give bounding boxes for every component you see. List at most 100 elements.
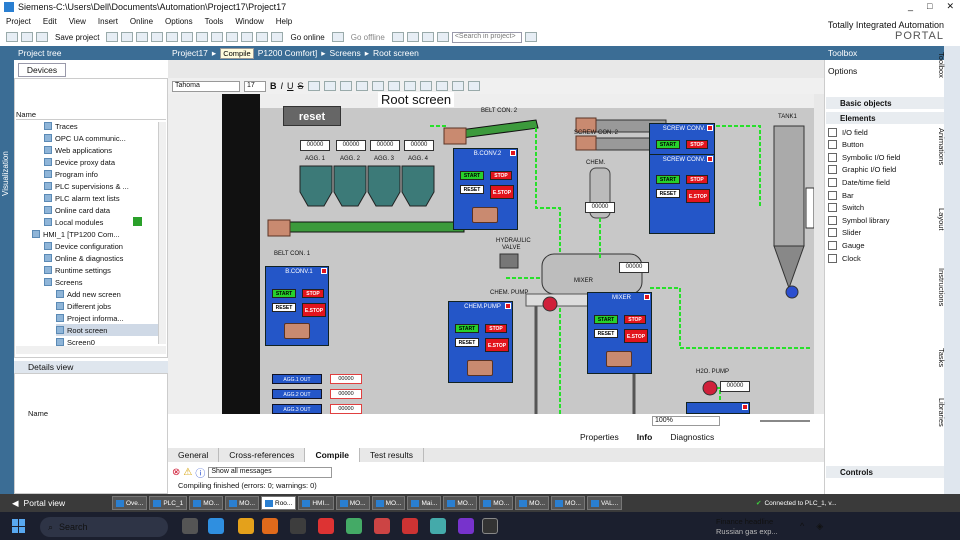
tree-item[interactable]: HMI_1 [TP1200 Com... bbox=[32, 228, 160, 240]
search-icon[interactable] bbox=[524, 32, 537, 42]
agg3-out-value[interactable]: 00000 bbox=[330, 404, 362, 414]
align-icon[interactable] bbox=[307, 81, 320, 91]
elements-section[interactable]: Elements bbox=[826, 112, 944, 124]
tree-item[interactable]: Add new screen bbox=[56, 288, 160, 300]
tree-hscrollbar[interactable] bbox=[16, 346, 166, 354]
stop-button[interactable]: STOP bbox=[485, 324, 507, 333]
error-filter-icon[interactable]: ⊗ bbox=[172, 467, 180, 478]
tree-item[interactable]: Runtime settings bbox=[44, 264, 160, 276]
tree-item[interactable]: Project informa... bbox=[56, 312, 160, 324]
chem-value[interactable]: 00000 bbox=[585, 202, 615, 213]
start-button[interactable]: START bbox=[656, 140, 680, 149]
libraries-side-tab[interactable]: Libraries bbox=[937, 396, 946, 427]
go-online-icon[interactable] bbox=[271, 32, 284, 42]
tia-portal-icon[interactable] bbox=[290, 518, 306, 534]
chevron-up-icon[interactable]: ^ bbox=[800, 521, 804, 532]
stop-button[interactable]: STOP bbox=[686, 140, 708, 149]
go-offline-button[interactable]: Go offline bbox=[351, 33, 385, 42]
file-explorer-icon[interactable] bbox=[238, 518, 254, 534]
estop-button[interactable]: E.STOP bbox=[686, 189, 710, 203]
toolbox-item[interactable]: Clock bbox=[828, 252, 861, 264]
upload-icon[interactable] bbox=[241, 32, 254, 42]
start-button[interactable]: START bbox=[455, 324, 479, 333]
compile-icon[interactable] bbox=[211, 32, 224, 42]
go-online-button[interactable]: Go online bbox=[290, 33, 324, 42]
tree-item[interactable]: Device configuration bbox=[44, 240, 160, 252]
tree-item[interactable]: Online card data bbox=[44, 204, 160, 216]
controls-section[interactable]: Controls bbox=[826, 466, 944, 478]
instructions-side-tab[interactable]: Instructions bbox=[937, 266, 946, 306]
reset-panel-button[interactable]: RESET bbox=[656, 189, 680, 198]
start-button[interactable]: START bbox=[656, 175, 680, 184]
italic-icon[interactable]: I bbox=[281, 81, 284, 91]
toolbox-item[interactable]: Button bbox=[828, 139, 864, 151]
stop-cpu-icon[interactable] bbox=[406, 32, 419, 42]
tasks-side-tab[interactable]: Tasks bbox=[937, 346, 946, 367]
animations-side-tab[interactable]: Animations bbox=[937, 126, 946, 165]
tree-item[interactable]: Online & diagnostics bbox=[44, 252, 160, 264]
tree-item[interactable]: Web applications bbox=[44, 144, 160, 156]
copy-icon[interactable] bbox=[136, 32, 149, 42]
print-icon[interactable] bbox=[106, 32, 119, 42]
info-tab[interactable]: Info bbox=[637, 432, 653, 444]
firefox-icon[interactable] bbox=[262, 518, 278, 534]
search-in-project-input[interactable]: <Search in project> bbox=[451, 31, 522, 43]
reset-panel-button[interactable]: RESET bbox=[460, 185, 484, 194]
editor-task-button[interactable]: Roo... bbox=[261, 496, 297, 510]
agg1-out-value[interactable]: 00000 bbox=[330, 374, 362, 384]
new-project-icon[interactable] bbox=[6, 32, 18, 42]
editor-vscrollbar[interactable] bbox=[814, 94, 824, 414]
start-button[interactable]: START bbox=[272, 289, 296, 298]
toolbox-item[interactable]: I/O field bbox=[828, 126, 868, 138]
reset-panel-button[interactable]: RESET bbox=[272, 303, 296, 312]
editor-task-button[interactable]: Ove... bbox=[112, 496, 148, 510]
app-icon-5[interactable] bbox=[458, 518, 474, 534]
toolbox-item[interactable]: Switch bbox=[828, 202, 864, 214]
toolbox-side-tab[interactable]: Toolbox bbox=[937, 50, 946, 78]
tree-item[interactable]: PLC alarm text lists bbox=[44, 192, 160, 204]
start-button[interactable]: START bbox=[594, 315, 618, 324]
simulation-icon[interactable] bbox=[256, 32, 269, 42]
split-horizontal-icon[interactable] bbox=[436, 32, 449, 42]
toolbox-item[interactable]: Bar bbox=[828, 189, 854, 201]
fill-color-icon[interactable] bbox=[339, 81, 352, 91]
menu-project[interactable]: Project bbox=[6, 17, 31, 26]
rotate-icon[interactable] bbox=[451, 81, 464, 91]
estop-button[interactable]: E.STOP bbox=[624, 329, 648, 343]
chrome-icon[interactable] bbox=[318, 518, 334, 534]
undo-icon[interactable] bbox=[181, 32, 194, 42]
tree-item[interactable]: Different jobs bbox=[56, 300, 160, 312]
zoom-slider[interactable] bbox=[760, 420, 810, 422]
cut-icon[interactable] bbox=[121, 32, 134, 42]
agg3-out-button[interactable]: AGG.3 OUT bbox=[272, 404, 322, 414]
info-filter-icon[interactable]: ⓘ bbox=[195, 465, 205, 480]
basic-objects-section[interactable]: Basic objects bbox=[826, 97, 944, 109]
menu-online[interactable]: Online bbox=[130, 17, 153, 26]
agg2-out-button[interactable]: AGG.2 OUT bbox=[272, 389, 322, 399]
diagnostics-tab[interactable]: Diagnostics bbox=[670, 432, 714, 444]
minimize-button[interactable]: _ bbox=[908, 1, 913, 12]
editor-task-button[interactable]: MO... bbox=[551, 496, 585, 510]
crumb-screens[interactable]: Screens bbox=[330, 48, 361, 58]
portal-view-button[interactable]: ◀ Portal view bbox=[0, 498, 112, 509]
toolbox-item[interactable]: Symbolic I/O field bbox=[828, 151, 900, 163]
editor-task-button[interactable]: PLC_1 bbox=[149, 496, 188, 510]
stop-button[interactable]: STOP bbox=[490, 171, 512, 180]
tree-item[interactable]: Program info bbox=[44, 168, 160, 180]
split-vertical-icon[interactable] bbox=[421, 32, 434, 42]
download-icon[interactable] bbox=[226, 32, 239, 42]
text-color-icon[interactable] bbox=[323, 81, 336, 91]
editor-task-button[interactable]: MO... bbox=[371, 496, 406, 510]
toolbox-item[interactable]: Slider bbox=[828, 227, 861, 239]
arrange-icon[interactable] bbox=[419, 81, 432, 91]
toolbox-item[interactable]: Date/time field bbox=[828, 176, 890, 188]
h2o-value[interactable]: 00000 bbox=[720, 381, 750, 392]
maximize-button[interactable]: □ bbox=[927, 1, 932, 12]
stop-button[interactable]: STOP bbox=[302, 289, 324, 298]
open-project-icon[interactable] bbox=[21, 32, 33, 42]
editor-task-button[interactable]: MO... bbox=[225, 496, 259, 510]
tree-item[interactable]: Traces bbox=[44, 120, 160, 132]
go-offline-icon[interactable] bbox=[331, 32, 344, 42]
line-color-icon[interactable] bbox=[355, 81, 368, 91]
zoom-icon[interactable] bbox=[467, 81, 480, 91]
